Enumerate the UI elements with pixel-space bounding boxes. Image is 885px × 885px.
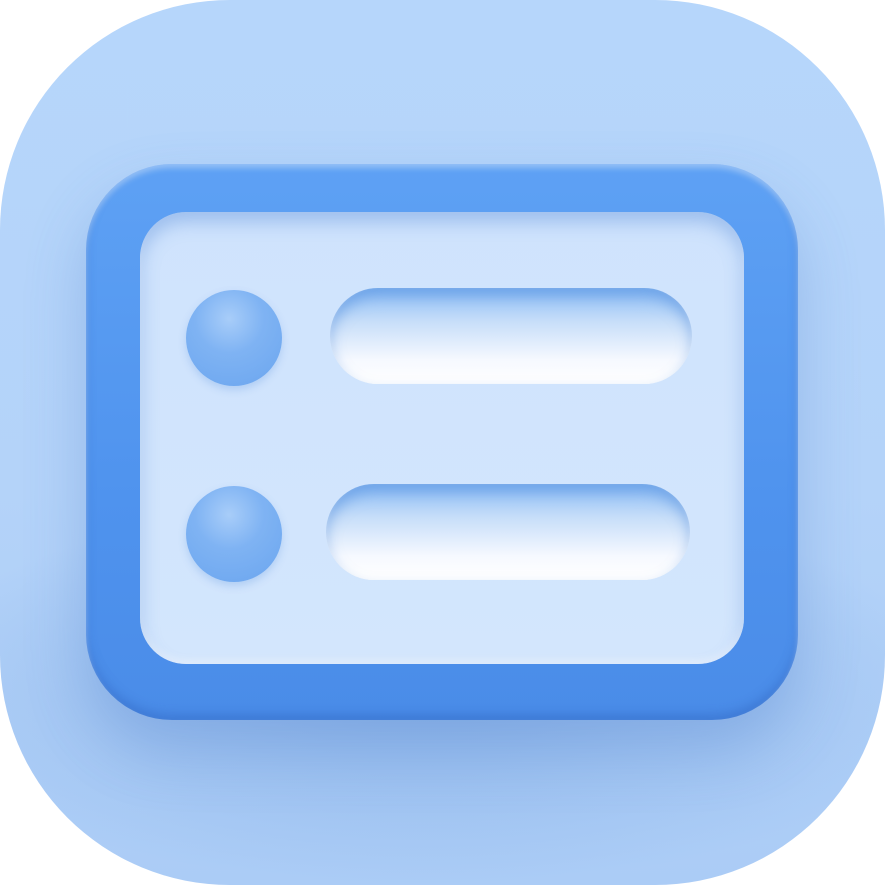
bullet-dot-icon	[186, 290, 282, 386]
list-line-bar	[326, 484, 690, 580]
list-line-bar	[330, 288, 692, 384]
list-card-frame	[86, 164, 798, 720]
app-icon-canvas	[0, 0, 885, 885]
app-icon-tile[interactable]	[0, 0, 885, 885]
bullet-dot-icon	[186, 486, 282, 582]
list-card-panel	[140, 212, 744, 664]
